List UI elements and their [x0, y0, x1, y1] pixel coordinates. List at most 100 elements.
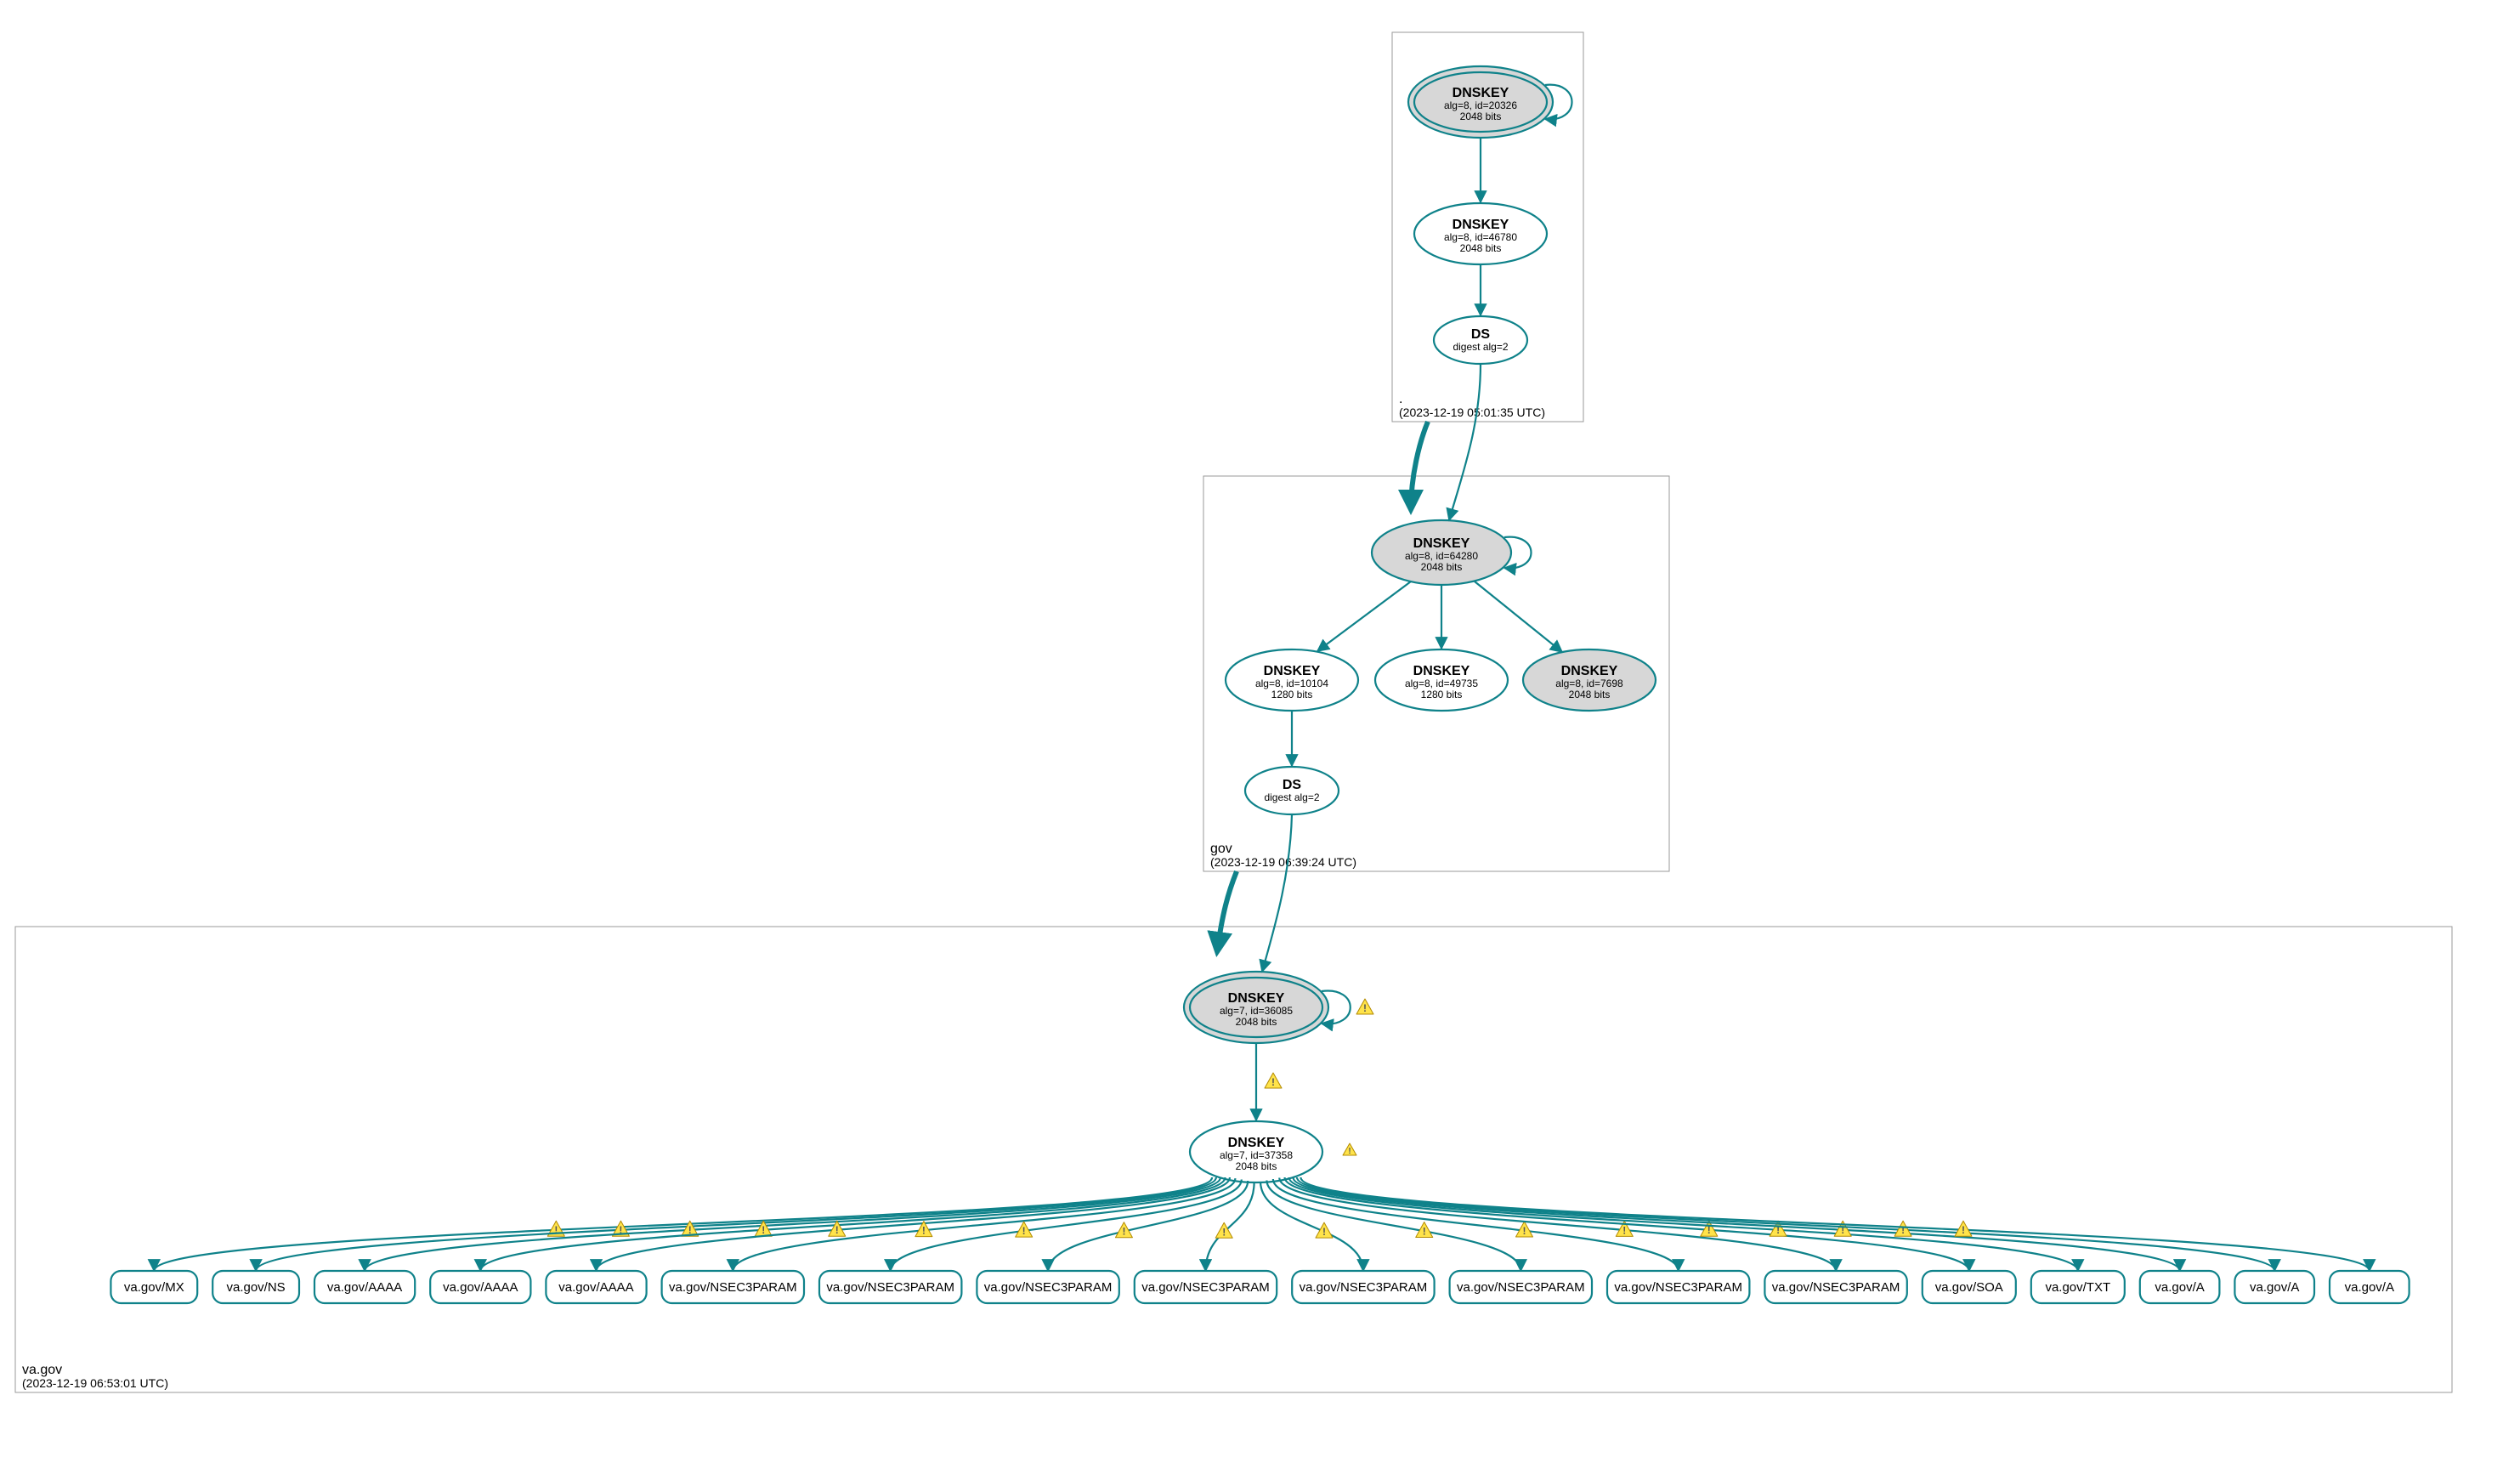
rrset-node: va.gov/NS — [212, 1271, 299, 1303]
svg-text:!: ! — [1962, 1224, 1965, 1236]
rrset-node: va.gov/AAAA — [430, 1271, 530, 1303]
rrset-node: va.gov/AAAA — [314, 1271, 415, 1303]
rrset-node: va.gov/AAAA — [546, 1271, 646, 1303]
svg-text:DNSKEY: DNSKEY — [1228, 991, 1285, 1006]
svg-text:2048 bits: 2048 bits — [1460, 111, 1502, 122]
warning-icon: ! — [1316, 1222, 1333, 1238]
edge-gov-to-va-thick — [1217, 871, 1237, 952]
edge-va-zsk-to-rrset — [365, 1177, 1220, 1271]
edge-root-ds-to-gov-ksk — [1449, 364, 1481, 520]
rrset-label: va.gov/AAAA — [443, 1280, 518, 1295]
svg-text:alg=7, id=36085: alg=7, id=36085 — [1220, 1005, 1293, 1017]
rrset-label: va.gov/A — [2250, 1280, 2299, 1295]
rrset-node: va.gov/NSEC3PARAM — [819, 1271, 961, 1303]
svg-text:DS: DS — [1283, 778, 1302, 792]
node-gov-zsk1: DNSKEY alg=8, id=10104 1280 bits — [1226, 649, 1358, 711]
edge-va-zsk-to-rrset — [154, 1177, 1212, 1271]
rrset-node: va.gov/SOA — [1923, 1271, 2016, 1303]
svg-text:!: ! — [1363, 1002, 1367, 1014]
edge-va-zsk-to-rrset — [1297, 1177, 2274, 1271]
rrset-label: va.gov/NS — [226, 1280, 285, 1295]
rrset-label: va.gov/NSEC3PARAM — [1614, 1280, 1742, 1295]
zone-gov-name: gov — [1210, 842, 1232, 856]
svg-text:DNSKEY: DNSKEY — [1561, 664, 1618, 678]
node-root-ds: DS digest alg=2 — [1434, 316, 1527, 364]
svg-text:2048 bits: 2048 bits — [1460, 242, 1502, 254]
svg-text:DNSKEY: DNSKEY — [1453, 86, 1509, 100]
svg-text:2048 bits: 2048 bits — [1236, 1160, 1277, 1172]
svg-text:!: ! — [1122, 1226, 1125, 1238]
node-va-zsk: DNSKEY alg=7, id=37358 2048 bits — [1190, 1121, 1322, 1182]
rrset-label: va.gov/NSEC3PARAM — [984, 1280, 1113, 1295]
svg-text:digest alg=2: digest alg=2 — [1453, 341, 1508, 353]
zone-gov: gov (2023-12-19 06:39:24 UTC) DNSKEY alg… — [1203, 364, 1669, 871]
rrset-label: va.gov/NSEC3PARAM — [826, 1280, 954, 1295]
svg-text:DNSKEY: DNSKEY — [1413, 664, 1470, 678]
warning-icon: ! — [1215, 1222, 1232, 1238]
svg-text:!: ! — [1322, 1226, 1326, 1238]
zone-va-timestamp: (2023-12-19 06:53:01 UTC) — [22, 1376, 168, 1390]
svg-text:!: ! — [1901, 1224, 1905, 1236]
edge-va-zsk-to-rrset — [1048, 1181, 1248, 1271]
edge-va-zsk-to-rrset — [480, 1177, 1225, 1271]
svg-text:alg=8, id=49735: alg=8, id=49735 — [1405, 678, 1478, 689]
warning-icon: ! — [1834, 1221, 1851, 1236]
svg-text:alg=8, id=7698: alg=8, id=7698 — [1555, 678, 1623, 689]
svg-text:1280 bits: 1280 bits — [1271, 689, 1313, 700]
rrset-node: va.gov/A — [2330, 1271, 2410, 1303]
svg-text:2048 bits: 2048 bits — [1569, 689, 1611, 700]
node-va-ksk: DNSKEY alg=7, id=36085 2048 bits — [1184, 972, 1328, 1043]
node-gov-zsk2: DNSKEY alg=8, id=49735 1280 bits — [1375, 649, 1508, 711]
svg-text:!: ! — [1348, 1147, 1351, 1156]
svg-text:DNSKEY: DNSKEY — [1264, 664, 1321, 678]
svg-text:!: ! — [1523, 1225, 1526, 1237]
rrset-node: va.gov/MX — [110, 1271, 197, 1303]
svg-text:DNSKEY: DNSKEY — [1228, 1136, 1285, 1150]
edge-va-zsk-to-rrset — [733, 1178, 1235, 1271]
svg-text:!: ! — [1222, 1226, 1226, 1238]
svg-text:alg=8, id=46780: alg=8, id=46780 — [1444, 231, 1517, 243]
edge-va-zsk-to-rrset — [1206, 1182, 1254, 1271]
dnssec-graph: . (2023-12-19 05:01:35 UTC) DNSKEY alg=8… — [0, 0, 2520, 1463]
rrset-node: va.gov/NSEC3PARAM — [1607, 1271, 1749, 1303]
svg-text:!: ! — [762, 1224, 765, 1236]
svg-text:alg=8, id=20326: alg=8, id=20326 — [1444, 99, 1517, 111]
rrset-node: va.gov/NSEC3PARAM — [977, 1271, 1118, 1303]
warning-icon: ! — [1894, 1221, 1911, 1236]
edge-va-zsk-to-rrset — [1289, 1177, 2078, 1271]
svg-text:alg=8, id=64280: alg=8, id=64280 — [1405, 550, 1478, 562]
svg-text:!: ! — [1271, 1076, 1275, 1088]
node-gov-extra: DNSKEY alg=8, id=7698 2048 bits — [1523, 649, 1656, 711]
svg-text:!: ! — [1423, 1226, 1426, 1238]
svg-text:digest alg=2: digest alg=2 — [1264, 791, 1319, 803]
svg-text:alg=7, id=37358: alg=7, id=37358 — [1220, 1149, 1293, 1161]
zone-root-timestamp: (2023-12-19 05:01:35 UTC) — [1399, 405, 1545, 419]
edge-gov-ds-to-va-ksk — [1262, 814, 1292, 972]
zone-root: . (2023-12-19 05:01:35 UTC) DNSKEY alg=8… — [1392, 32, 1583, 422]
rrset-node: va.gov/NSEC3PARAM — [1764, 1271, 1906, 1303]
rrset-label: va.gov/A — [2155, 1280, 2204, 1295]
svg-text:!: ! — [1022, 1225, 1026, 1237]
rrset-node: va.gov/TXT — [2031, 1271, 2125, 1303]
node-root-ksk: DNSKEY alg=8, id=20326 2048 bits — [1408, 66, 1553, 138]
warning-icon: ! — [1356, 999, 1373, 1014]
node-root-zsk: DNSKEY alg=8, id=46780 2048 bits — [1414, 203, 1547, 264]
rrset-label: va.gov/NSEC3PARAM — [1141, 1280, 1270, 1295]
edge-gov-ksk-to-extra — [1475, 581, 1562, 652]
rrset-label: va.gov/AAAA — [558, 1280, 633, 1295]
rrset-node: va.gov/NSEC3PARAM — [662, 1271, 804, 1303]
zone-va: va.gov (2023-12-19 06:53:01 UTC) DNSKEY … — [15, 814, 2452, 1392]
rrset-label: va.gov/SOA — [1935, 1280, 2003, 1295]
zone-root-name: . — [1399, 392, 1402, 406]
rrset-node: va.gov/NSEC3PARAM — [1135, 1271, 1277, 1303]
rrset-label: va.gov/NSEC3PARAM — [1457, 1280, 1585, 1295]
edge-gov-ksk-to-zsk1 — [1317, 581, 1411, 651]
svg-text:DNSKEY: DNSKEY — [1453, 218, 1509, 232]
rrset-node: va.gov/A — [2234, 1271, 2314, 1303]
rrset-node: va.gov/A — [2140, 1271, 2220, 1303]
zone-va-name: va.gov — [22, 1363, 62, 1377]
rrset-label: va.gov/A — [2345, 1280, 2394, 1295]
edge-root-to-gov-thick — [1411, 422, 1428, 510]
warning-icon: ! — [1955, 1221, 1972, 1236]
svg-text:2048 bits: 2048 bits — [1236, 1016, 1277, 1028]
